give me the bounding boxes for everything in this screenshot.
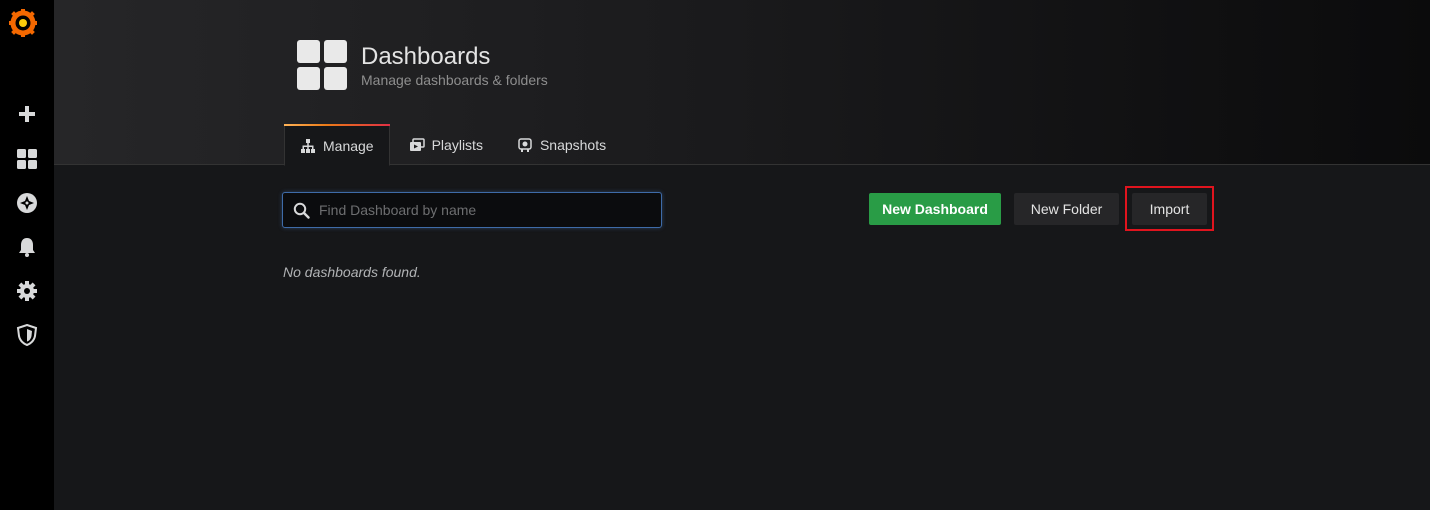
side-menu [0, 0, 54, 510]
snapshot-icon [518, 137, 532, 152]
tab-playlists[interactable]: Playlists [394, 124, 498, 165]
gear-icon [17, 281, 37, 301]
sidebar-item-create[interactable] [0, 94, 54, 134]
new-folder-button[interactable]: New Folder [1014, 193, 1119, 225]
tab-manage-label: Manage [323, 137, 374, 154]
sidebar-item-dashboards[interactable] [0, 139, 54, 179]
new-dashboard-button[interactable]: New Dashboard [869, 193, 1001, 225]
page-header: Dashboards Manage dashboards & folders M… [54, 0, 1430, 166]
grafana-logo-icon[interactable] [8, 8, 38, 38]
tab-playlists-label: Playlists [431, 136, 483, 153]
sidebar-item-configuration[interactable] [0, 271, 54, 311]
import-button[interactable]: Import [1132, 193, 1207, 225]
search-input[interactable] [310, 193, 661, 227]
sidebar-item-alerting[interactable] [0, 227, 54, 267]
page-title: Dashboards [361, 43, 491, 70]
main-content: Dashboards Manage dashboards & folders M… [54, 0, 1430, 510]
playlist-icon [409, 137, 425, 151]
dashboard-search[interactable] [282, 192, 662, 228]
bell-icon [19, 238, 35, 257]
search-icon [293, 202, 310, 219]
sitemap-icon [301, 138, 315, 153]
plus-icon [19, 106, 35, 122]
page-subtitle: Manage dashboards & folders [361, 72, 548, 88]
tab-snapshots[interactable]: Snapshots [502, 124, 621, 165]
sidebar-item-explore[interactable] [0, 183, 54, 223]
page-tabs: Manage Playlists Snapshots [284, 124, 625, 166]
compass-icon [17, 193, 37, 213]
tab-snapshots-label: Snapshots [539, 136, 607, 153]
dashboards-grid-icon [17, 149, 37, 169]
shield-icon [16, 324, 38, 346]
empty-state-message: No dashboards found. [283, 264, 421, 280]
tab-manage[interactable]: Manage [284, 124, 390, 166]
sidebar-item-server-admin[interactable] [0, 315, 54, 355]
dashboards-grid-icon [297, 40, 347, 90]
